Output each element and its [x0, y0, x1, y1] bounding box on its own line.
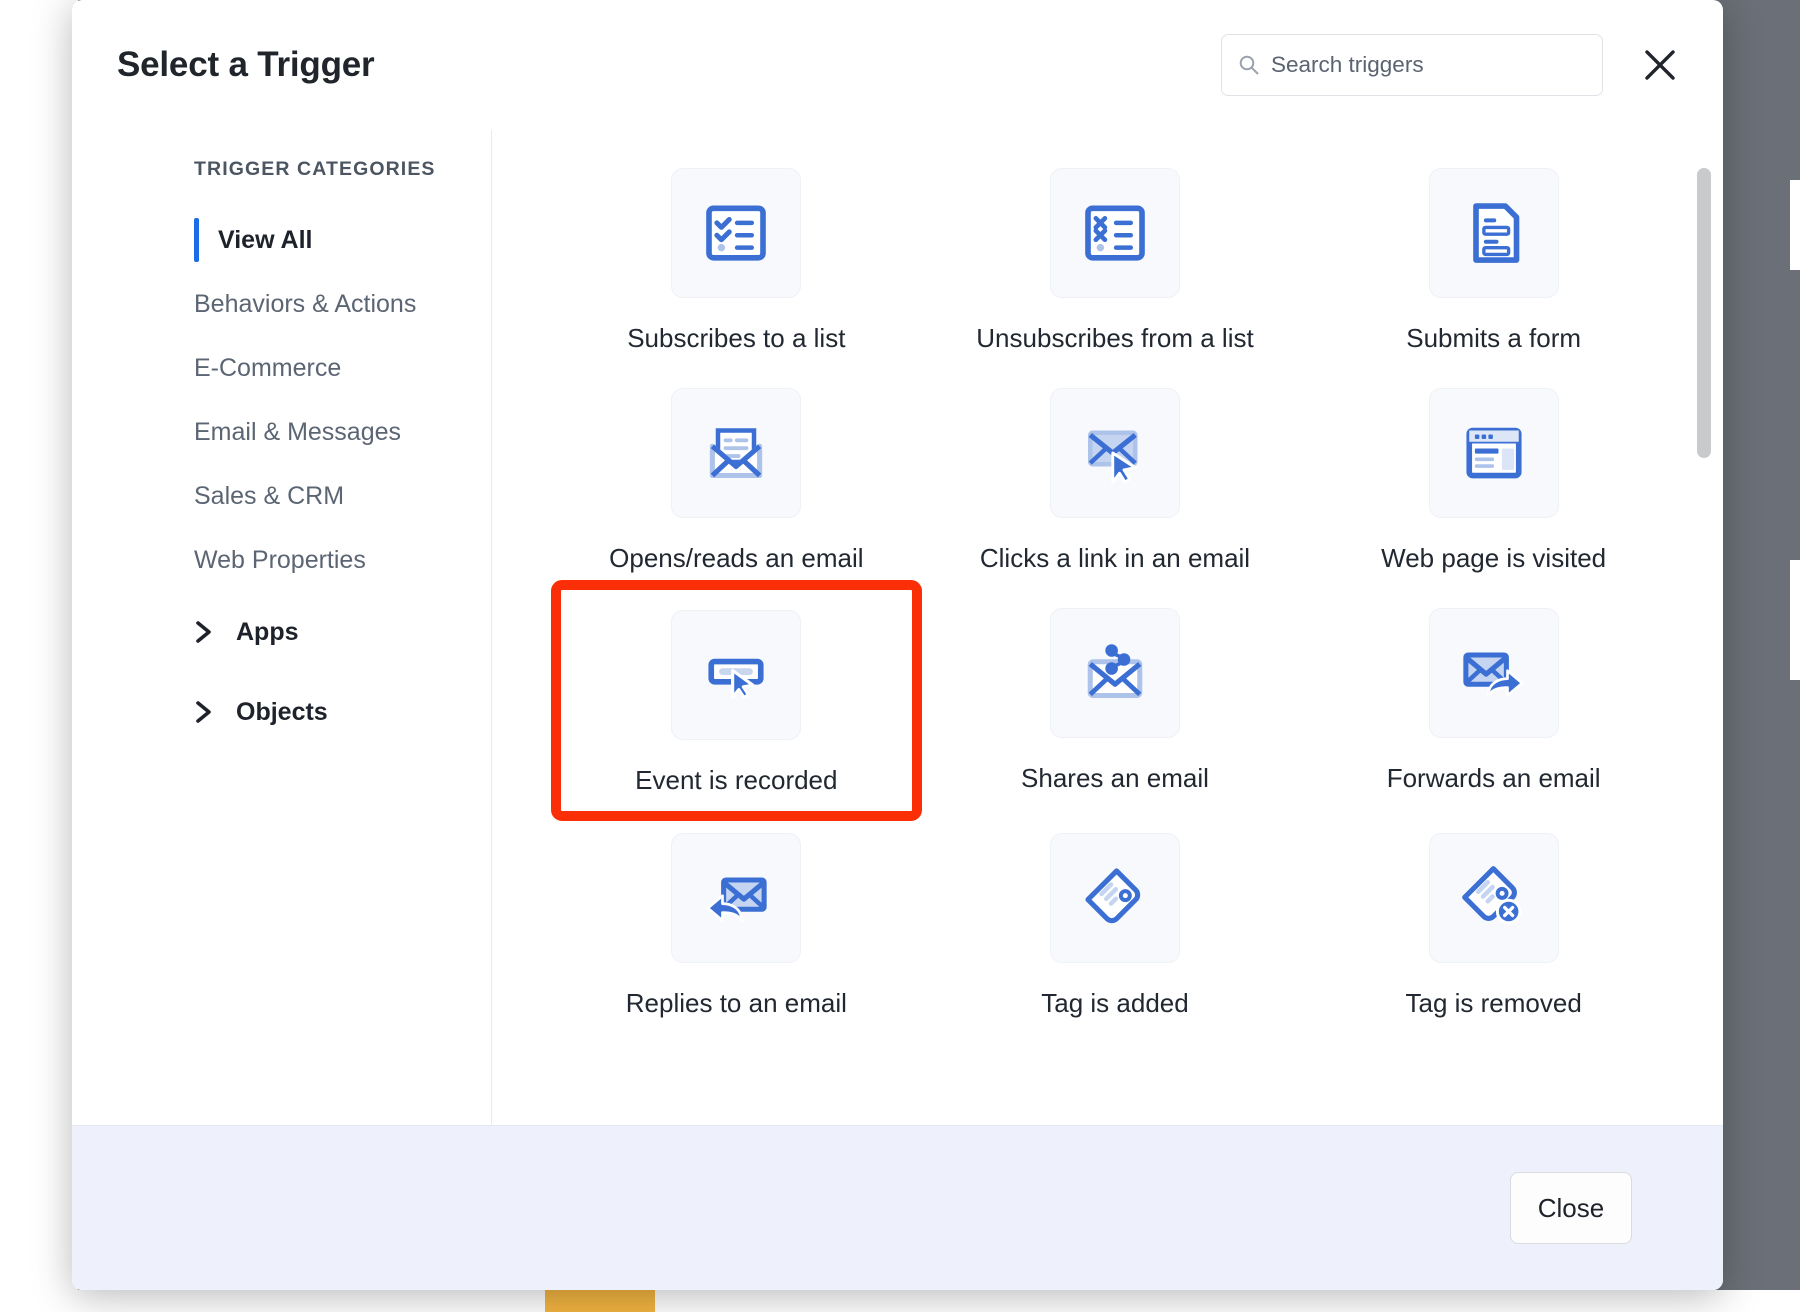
x-list-icon	[1050, 168, 1180, 298]
sidebar-item-e-commerce[interactable]: E-Commerce	[72, 336, 491, 400]
trigger-tile-opens-reads-an-email[interactable]: Opens/reads an email	[547, 368, 926, 588]
sidebar-group-label: Objects	[236, 698, 328, 727]
search-icon	[1238, 54, 1260, 76]
trigger-tile-shares-an-email[interactable]: Shares an email	[926, 588, 1305, 812]
sidebar-heading: TRIGGER CATEGORIES	[72, 158, 491, 181]
background-left-panel	[0, 0, 78, 1312]
sidebar-item-label: Email & Messages	[194, 418, 401, 447]
sidebar-group-apps[interactable]: Apps	[72, 592, 491, 672]
document-form-icon	[1429, 168, 1559, 298]
modal-body: TRIGGER CATEGORIES View All Behaviors & …	[72, 130, 1723, 1125]
sidebar-group-objects[interactable]: Objects	[72, 672, 491, 752]
trigger-tile-event-is-recorded[interactable]: Event is recorded	[559, 588, 914, 812]
trigger-tile-unsubscribes-from-a-list[interactable]: Unsubscribes from a list	[926, 148, 1305, 368]
envelope-cursor-icon	[1050, 388, 1180, 518]
close-button[interactable]: Close	[1510, 1172, 1632, 1244]
trigger-tile-label: Unsubscribes from a list	[976, 323, 1253, 354]
envelope-reply-icon	[671, 833, 801, 963]
trigger-categories-sidebar: TRIGGER CATEGORIES View All Behaviors & …	[72, 130, 492, 1125]
search-input[interactable]	[1271, 52, 1586, 78]
chevron-right-icon	[194, 618, 214, 646]
header-actions	[1221, 34, 1683, 96]
open-envelope-icon	[671, 388, 801, 518]
page-title: Select a Trigger	[117, 45, 374, 85]
background-bottom-bar	[0, 1290, 1800, 1312]
banner-cursor-icon	[671, 610, 801, 740]
sidebar-item-label: View All	[194, 226, 312, 255]
trigger-tile-subscribes-to-a-list[interactable]: Subscribes to a list	[547, 148, 926, 368]
checklist-icon	[671, 168, 801, 298]
sidebar-item-email-messages[interactable]: Email & Messages	[72, 400, 491, 464]
sidebar-item-label: Behaviors & Actions	[194, 290, 416, 319]
envelope-share-icon	[1050, 608, 1180, 738]
tag-remove-icon	[1429, 833, 1559, 963]
background-accent-bar	[545, 1290, 655, 1312]
grid-scrollbar[interactable]	[1697, 140, 1711, 1115]
trigger-tile-submits-a-form[interactable]: Submits a form	[1304, 148, 1683, 368]
envelope-forward-icon	[1429, 608, 1559, 738]
trigger-tile-label: Replies to an email	[626, 988, 847, 1019]
trigger-grid-scroll-area: Subscribes to a list	[492, 130, 1723, 1125]
grid-scrollbar-thumb[interactable]	[1697, 168, 1711, 458]
sidebar-item-view-all[interactable]: View All	[72, 208, 491, 272]
trigger-tile-label: Opens/reads an email	[609, 543, 863, 574]
sidebar-item-behaviors-actions[interactable]: Behaviors & Actions	[72, 272, 491, 336]
background-right-tab-1	[1790, 180, 1800, 270]
trigger-tile-tag-is-removed[interactable]: Tag is removed	[1304, 813, 1683, 1033]
trigger-tile-replies-to-an-email[interactable]: Replies to an email	[547, 813, 926, 1033]
sidebar-item-label: Sales & CRM	[194, 482, 344, 511]
trigger-tile-forwards-an-email[interactable]: Forwards an email	[1304, 588, 1683, 812]
modal-footer: Close	[72, 1125, 1723, 1290]
trigger-grid: Subscribes to a list	[492, 148, 1723, 1033]
modal-header: Select a Trigger	[72, 0, 1723, 130]
trigger-tile-web-page-is-visited[interactable]: Web page is visited	[1304, 368, 1683, 588]
trigger-tile-label: Web page is visited	[1381, 543, 1606, 574]
trigger-tile-clicks-a-link-in-an-email[interactable]: Clicks a link in an email	[926, 368, 1305, 588]
sidebar-item-web-properties[interactable]: Web Properties	[72, 528, 491, 592]
close-icon[interactable]	[1637, 42, 1683, 88]
trigger-tile-label: Shares an email	[1021, 763, 1209, 794]
trigger-tile-tag-is-added[interactable]: Tag is added	[926, 813, 1305, 1033]
sidebar-group-label: Apps	[236, 618, 299, 647]
select-trigger-modal: Select a Trigger TRIGGER CAT	[72, 0, 1723, 1290]
background-right-tab-2	[1790, 560, 1800, 680]
trigger-tile-label: Tag is removed	[1406, 988, 1582, 1019]
trigger-tile-label: Submits a form	[1406, 323, 1581, 354]
sidebar-item-label: Web Properties	[194, 546, 366, 575]
trigger-tile-label: Forwards an email	[1387, 763, 1601, 794]
trigger-tile-label: Subscribes to a list	[627, 323, 845, 354]
chevron-right-icon	[194, 698, 214, 726]
trigger-tile-label: Clicks a link in an email	[980, 543, 1250, 574]
trigger-tile-label: Event is recorded	[635, 765, 837, 796]
trigger-tile-label: Tag is added	[1041, 988, 1188, 1019]
sidebar-item-sales-crm[interactable]: Sales & CRM	[72, 464, 491, 528]
browser-window-icon	[1429, 388, 1559, 518]
sidebar-item-label: E-Commerce	[194, 354, 341, 383]
search-triggers-box[interactable]	[1221, 34, 1603, 96]
tag-icon	[1050, 833, 1180, 963]
